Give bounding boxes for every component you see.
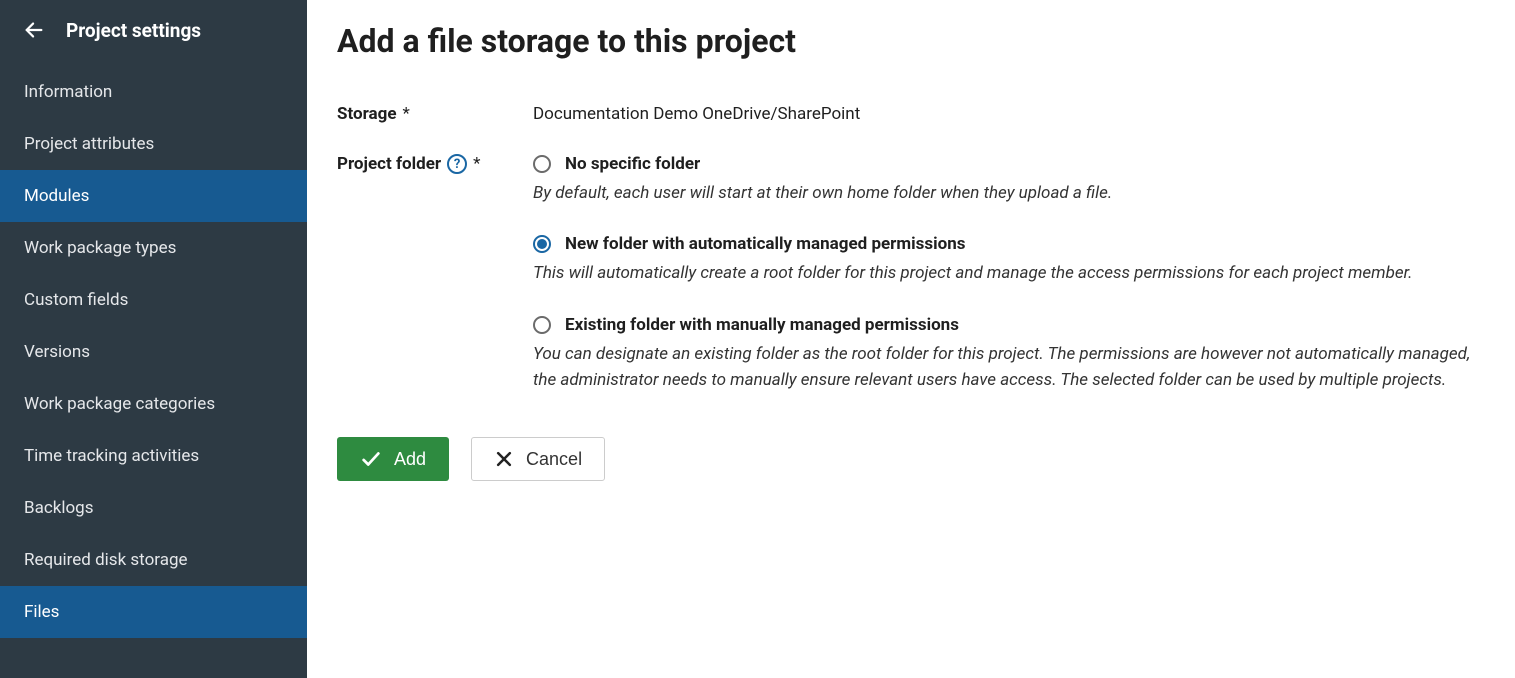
- main-content: Add a file storage to this project Stora…: [307, 0, 1515, 678]
- radio-desc-new-folder: This will automatically create a root fo…: [533, 260, 1485, 286]
- project-folder-label: Project folder ? *: [337, 154, 533, 174]
- storage-required-mark: *: [403, 104, 410, 124]
- sidebar-item-work-package-categories[interactable]: Work package categories: [0, 378, 307, 430]
- sidebar-item-work-package-types[interactable]: Work package types: [0, 222, 307, 274]
- sidebar-item-time-tracking-activities[interactable]: Time tracking activities: [0, 430, 307, 482]
- radio-icon[interactable]: [533, 316, 551, 334]
- project-folder-required-mark: *: [473, 154, 480, 174]
- radio-desc-existing-folder: You can designate an existing folder as …: [533, 341, 1485, 394]
- cancel-button-label: Cancel: [526, 449, 582, 470]
- close-icon: [494, 449, 514, 469]
- project-folder-options: No specific folder By default, each user…: [533, 154, 1485, 393]
- sidebar-item-versions[interactable]: Versions: [0, 326, 307, 378]
- back-arrow-icon[interactable]: [22, 18, 46, 42]
- radio-icon[interactable]: [533, 235, 551, 253]
- radio-label-no-specific: No specific folder: [565, 154, 700, 174]
- sidebar-item-information[interactable]: Information: [0, 66, 307, 118]
- storage-label: Storage *: [337, 104, 533, 124]
- sidebar-item-required-disk-storage[interactable]: Required disk storage: [0, 534, 307, 586]
- radio-icon[interactable]: [533, 155, 551, 173]
- radio-label-existing-folder: Existing folder with manually managed pe…: [565, 315, 959, 335]
- radio-option-existing-folder[interactable]: Existing folder with manually managed pe…: [533, 315, 1485, 394]
- radio-desc-no-specific: By default, each user will start at thei…: [533, 180, 1485, 206]
- sidebar-item-custom-fields[interactable]: Custom fields: [0, 274, 307, 326]
- sidebar-item-files[interactable]: Files: [0, 586, 307, 638]
- page-title: Add a file storage to this project: [337, 22, 1485, 60]
- check-icon: [360, 448, 382, 470]
- storage-value: Documentation Demo OneDrive/SharePoint: [533, 104, 1485, 124]
- radio-option-no-specific[interactable]: No specific folder By default, each user…: [533, 154, 1485, 206]
- button-row: Add Cancel: [337, 437, 1485, 481]
- help-icon[interactable]: ?: [447, 154, 467, 174]
- sidebar-header: Project settings: [0, 0, 307, 66]
- add-button-label: Add: [394, 449, 426, 470]
- project-folder-row: Project folder ? * No specific folder By…: [337, 154, 1485, 393]
- radio-label-new-folder: New folder with automatically managed pe…: [565, 234, 965, 254]
- sidebar-item-project-attributes[interactable]: Project attributes: [0, 118, 307, 170]
- radio-option-new-folder[interactable]: New folder with automatically managed pe…: [533, 234, 1485, 286]
- storage-label-text: Storage: [337, 104, 397, 124]
- cancel-button[interactable]: Cancel: [471, 437, 605, 481]
- storage-row: Storage * Documentation Demo OneDrive/Sh…: [337, 104, 1485, 124]
- sidebar: Project settings Information Project att…: [0, 0, 307, 678]
- sidebar-item-modules[interactable]: Modules: [0, 170, 307, 222]
- sidebar-title: Project settings: [66, 19, 201, 42]
- sidebar-item-backlogs[interactable]: Backlogs: [0, 482, 307, 534]
- add-button[interactable]: Add: [337, 437, 449, 481]
- project-folder-label-text: Project folder: [337, 154, 441, 174]
